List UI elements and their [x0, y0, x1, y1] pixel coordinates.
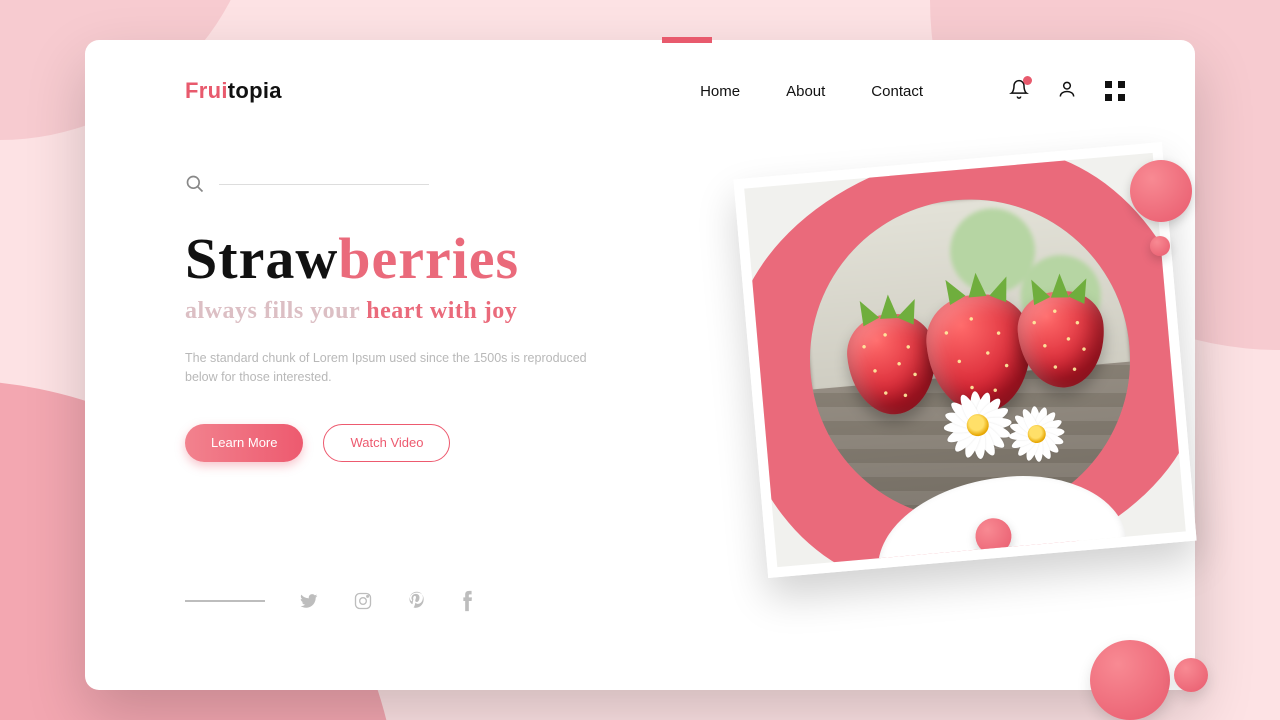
daisy [939, 386, 1017, 464]
daisy [1005, 402, 1069, 466]
notification-icon[interactable] [1009, 79, 1029, 103]
learn-more-button[interactable]: Learn More [185, 424, 303, 462]
notification-dot [1023, 76, 1032, 85]
search-underline [219, 184, 429, 185]
hero-frame [733, 142, 1196, 578]
header-icons [1009, 79, 1125, 103]
nav: Home About Contact [700, 79, 1125, 103]
hero-title-part2: berries [338, 226, 519, 291]
strawberry-photo [797, 186, 1144, 533]
decor-ball [1130, 160, 1192, 222]
hero-illustration [750, 160, 1180, 560]
nav-about[interactable]: About [786, 83, 825, 100]
decor-ball [1090, 640, 1170, 720]
hero-subtitle-part2: heart with joy [366, 298, 517, 324]
decor-ball [1174, 658, 1208, 692]
hero-title-part1: Straw [185, 226, 338, 291]
decor-ball [1150, 236, 1170, 256]
pinterest-icon[interactable] [407, 590, 427, 612]
social-line [185, 600, 265, 602]
nav-contact[interactable]: Contact [871, 83, 923, 100]
twitter-icon[interactable] [299, 591, 319, 611]
header: Fruitopia Home About Contact [185, 78, 1125, 104]
logo-part2: topia [228, 78, 282, 103]
nav-home[interactable]: Home [700, 83, 740, 100]
search-icon [185, 174, 205, 194]
social-bar [185, 590, 473, 612]
hero-desc: The standard chunk of Lorem Ipsum used s… [185, 349, 605, 388]
watch-video-button[interactable]: Watch Video [323, 424, 450, 462]
facebook-icon[interactable] [461, 590, 473, 612]
top-accent [662, 37, 712, 43]
user-icon[interactable] [1057, 79, 1077, 103]
menu-grid-icon[interactable] [1105, 81, 1125, 101]
logo[interactable]: Fruitopia [185, 78, 282, 104]
instagram-icon[interactable] [353, 591, 373, 611]
hero-subtitle-part1: always fills your [185, 298, 366, 324]
logo-part1: Frui [185, 78, 228, 103]
